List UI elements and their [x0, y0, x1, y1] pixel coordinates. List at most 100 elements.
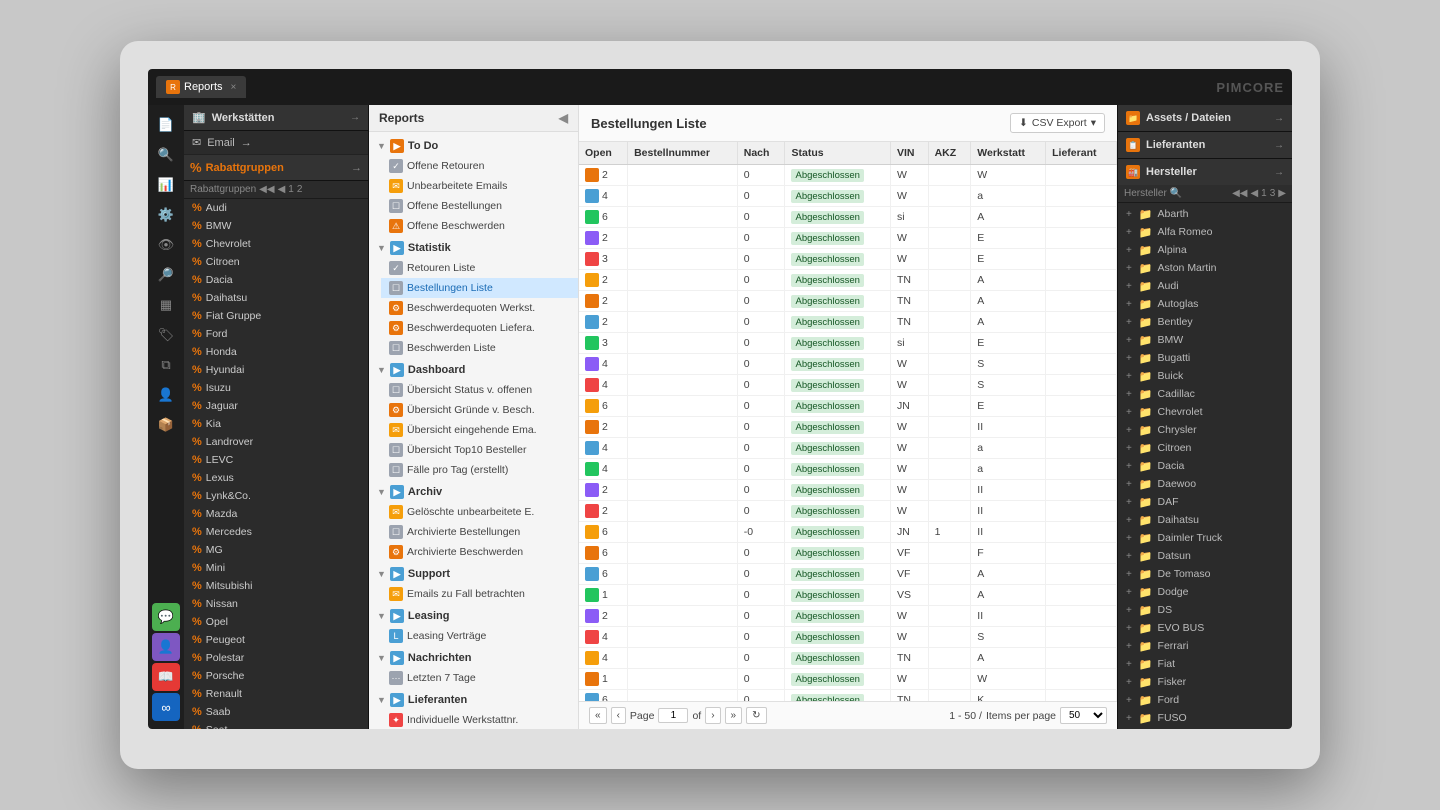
hersteller-add-btn[interactable]: +: [1126, 407, 1132, 418]
hersteller-add-btn[interactable]: +: [1126, 641, 1132, 652]
hersteller-item[interactable]: + 📁 Dodge: [1118, 583, 1292, 601]
hersteller-item[interactable]: + 📁 DAF: [1118, 493, 1292, 511]
tab-reports-close[interactable]: ×: [231, 82, 237, 93]
rabattgruppen-item[interactable]: %Lynk&Co.: [184, 487, 368, 505]
rabattgruppen-item[interactable]: %Kia: [184, 415, 368, 433]
sidebar-icon-chat[interactable]: 💬: [152, 603, 180, 631]
table-row[interactable]: 4 0 Abgeschlossen W a: [579, 459, 1117, 480]
rabattgruppen-item[interactable]: %Dacia: [184, 271, 368, 289]
table-row[interactable]: 3 0 Abgeschlossen W E: [579, 249, 1117, 270]
todo-offene-retouren[interactable]: ✓ Offene Retouren: [381, 156, 578, 176]
hersteller-arrow[interactable]: →: [1274, 167, 1284, 178]
hersteller-add-btn[interactable]: +: [1126, 425, 1132, 436]
table-row[interactable]: 2 0 Abgeschlossen W W: [579, 165, 1117, 186]
rabattgruppen-item[interactable]: %Mini: [184, 559, 368, 577]
rabattgruppen-item[interactable]: %BMW: [184, 217, 368, 235]
hersteller-add-btn[interactable]: +: [1126, 587, 1132, 598]
hersteller-add-btn[interactable]: +: [1126, 227, 1132, 238]
h-prev-prev[interactable]: ◀◀: [1232, 188, 1247, 199]
sidebar-icon-eye[interactable]: 👁: [152, 231, 180, 259]
hersteller-item[interactable]: + 📁 Alpina: [1118, 241, 1292, 259]
hersteller-item[interactable]: + 📁 Datsun: [1118, 547, 1292, 565]
hersteller-add-btn[interactable]: +: [1126, 569, 1132, 580]
rabattgruppen-item[interactable]: %Daihatsu: [184, 289, 368, 307]
group-support-header[interactable]: ▼ ▶ Support: [369, 564, 578, 584]
rabattgruppen-item[interactable]: %Mitsubishi: [184, 577, 368, 595]
hersteller-add-btn[interactable]: +: [1126, 479, 1132, 490]
hersteller-add-btn[interactable]: +: [1126, 623, 1132, 634]
hersteller-item[interactable]: + 📁 FUSO: [1118, 709, 1292, 727]
hersteller-add-btn[interactable]: +: [1126, 299, 1132, 310]
sidebar-icon-chart[interactable]: 📊: [152, 171, 180, 199]
email-arrow[interactable]: →: [241, 137, 252, 149]
table-row[interactable]: 4 0 Abgeschlossen W S: [579, 354, 1117, 375]
refresh-btn[interactable]: ↻: [746, 707, 766, 724]
rabattgruppen-item[interactable]: %Audi: [184, 199, 368, 217]
rabattgruppen-item[interactable]: %Mercedes: [184, 523, 368, 541]
first-page-btn[interactable]: «: [589, 707, 607, 724]
hersteller-add-btn[interactable]: +: [1126, 551, 1132, 562]
hersteller-item[interactable]: + 📁 Daihatsu: [1118, 511, 1292, 529]
hersteller-item[interactable]: + 📁 Aston Martin: [1118, 259, 1292, 277]
liefer-item1[interactable]: ✦ Individuelle Werkstattnr.: [381, 710, 578, 729]
hersteller-item[interactable]: + 📁 Fisker: [1118, 673, 1292, 691]
hersteller-item[interactable]: + 📁 Buick: [1118, 367, 1292, 385]
table-row[interactable]: 6 0 Abgeschlossen VF A: [579, 564, 1117, 585]
prev-page-btn[interactable]: ‹: [611, 707, 626, 724]
hersteller-add-btn[interactable]: +: [1126, 353, 1132, 364]
hersteller-item[interactable]: + 📁 Ferrari: [1118, 637, 1292, 655]
rabattgruppen-item[interactable]: %Renault: [184, 685, 368, 703]
table-row[interactable]: 4 0 Abgeschlossen W S: [579, 375, 1117, 396]
group-archiv-header[interactable]: ▼ ▶ Archiv: [369, 482, 578, 502]
werkstatten-arrow[interactable]: →: [350, 112, 360, 123]
support-item1[interactable]: ✉ Emails zu Fall betrachten: [381, 584, 578, 604]
table-row[interactable]: 6 0 Abgeschlossen si A: [579, 207, 1117, 228]
dash-item1[interactable]: ☐ Übersicht Status v. offenen: [381, 380, 578, 400]
hersteller-item[interactable]: + 📁 Bugatti: [1118, 349, 1292, 367]
table-row[interactable]: 2 0 Abgeschlossen W E: [579, 228, 1117, 249]
group-leasing-header[interactable]: ▼ ▶ Leasing: [369, 606, 578, 626]
hersteller-item[interactable]: + 📁 GMC: [1118, 727, 1292, 729]
rabattgruppen-item[interactable]: %Fiat Gruppe: [184, 307, 368, 325]
hersteller-add-btn[interactable]: +: [1126, 533, 1132, 544]
hersteller-add-btn[interactable]: +: [1126, 443, 1132, 454]
tab-reports[interactable]: R Reports ×: [156, 76, 246, 98]
dash-item3[interactable]: ✉ Übersicht eingehende Ema.: [381, 420, 578, 440]
table-row[interactable]: 2 0 Abgeschlossen W II: [579, 417, 1117, 438]
rabattgruppen-item[interactable]: %Honda: [184, 343, 368, 361]
todo-offene-bestellungen[interactable]: ☐ Offene Bestellungen: [381, 196, 578, 216]
hersteller-add-btn[interactable]: +: [1126, 713, 1132, 724]
sidebar-icon-box[interactable]: 📦: [152, 411, 180, 439]
hersteller-item[interactable]: + 📁 Cadillac: [1118, 385, 1292, 403]
assets-arrow[interactable]: →: [1274, 113, 1284, 124]
leasing-item1[interactable]: L Leasing Verträge: [381, 626, 578, 646]
rabattgruppen-arrow[interactable]: →: [351, 162, 362, 174]
rabattgruppen-item[interactable]: %LEVC: [184, 451, 368, 469]
hersteller-add-btn[interactable]: +: [1126, 371, 1132, 382]
dash-item2[interactable]: ⚙ Übersicht Gründe v. Besch.: [381, 400, 578, 420]
per-page-select[interactable]: 50 25 100: [1060, 707, 1107, 724]
stat-beschwerden-liste[interactable]: ☐ Beschwerden Liste: [381, 338, 578, 358]
hersteller-item[interactable]: + 📁 EVO BUS: [1118, 619, 1292, 637]
next-page-btn[interactable]: ›: [705, 707, 720, 724]
hersteller-item[interactable]: + 📁 Dacia: [1118, 457, 1292, 475]
hersteller-add-btn[interactable]: +: [1126, 695, 1132, 706]
hersteller-add-btn[interactable]: +: [1126, 659, 1132, 670]
sidebar-icon-grid[interactable]: ▦: [152, 291, 180, 319]
table-row[interactable]: 1 0 Abgeschlossen W W: [579, 669, 1117, 690]
archiv-item2[interactable]: ☐ Archivierte Bestellungen: [381, 522, 578, 542]
table-row[interactable]: 6 -0 Abgeschlossen JN 1 II: [579, 522, 1117, 543]
prev-prev-btn[interactable]: ◀◀: [259, 184, 274, 195]
hersteller-item[interactable]: + 📁 Audi: [1118, 277, 1292, 295]
hersteller-add-btn[interactable]: +: [1126, 317, 1132, 328]
table-row[interactable]: 6 0 Abgeschlossen TN K: [579, 690, 1117, 702]
hersteller-search-icon[interactable]: 🔍: [1170, 188, 1182, 199]
rabattgruppen-item[interactable]: %Nissan: [184, 595, 368, 613]
table-row[interactable]: 4 0 Abgeschlossen W a: [579, 438, 1117, 459]
hersteller-add-btn[interactable]: +: [1126, 335, 1132, 346]
liefer-header[interactable]: 📋 Lieferanten →: [1118, 132, 1292, 158]
sidebar-icon-search[interactable]: 🔍: [152, 141, 180, 169]
reports-collapse-btn[interactable]: ◀: [559, 111, 568, 125]
hersteller-add-btn[interactable]: +: [1126, 461, 1132, 472]
rabattgruppen-item[interactable]: %Jaguar: [184, 397, 368, 415]
